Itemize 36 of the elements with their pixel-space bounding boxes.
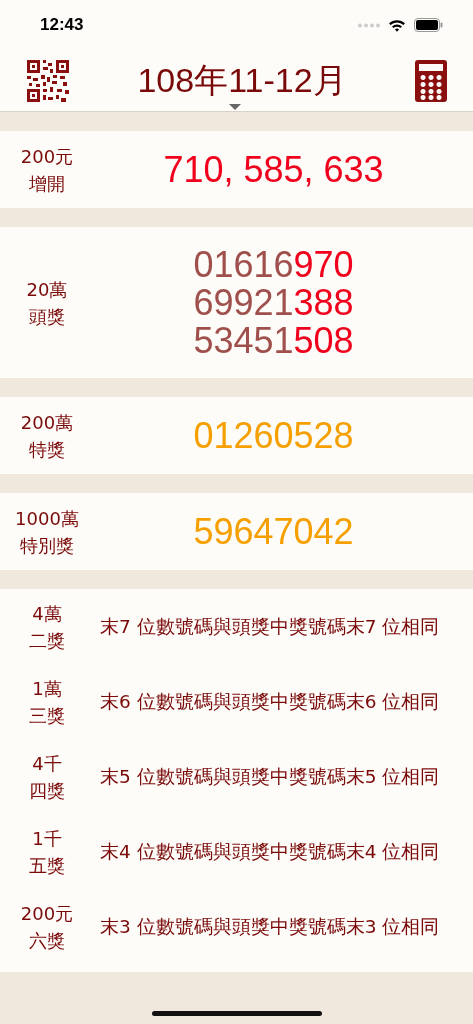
- prize-rule: 末5 位數號碼與頭獎中獎號碼末5 位相同: [99, 765, 440, 789]
- calculator-icon[interactable]: [415, 59, 447, 102]
- prize-name: 六獎: [29, 928, 65, 953]
- prize-name: 特別獎: [20, 533, 74, 558]
- winning-number: 01260528: [193, 416, 354, 455]
- battery-icon: [414, 18, 443, 32]
- prize-name: 增開: [29, 171, 65, 196]
- prize-amount: 1千: [32, 826, 62, 851]
- winning-number: 710, 585, 633: [163, 150, 384, 189]
- winning-number: 53451508: [193, 321, 354, 360]
- winning-number: 59647042: [193, 512, 354, 551]
- prize-amount: 4千: [32, 751, 62, 776]
- prize-name: 四獎: [29, 778, 65, 803]
- prize-rule: 末6 位數號碼與頭獎中獎號碼末6 位相同: [99, 690, 440, 714]
- prize-rule: 末7 位數號碼與頭獎中獎號碼末7 位相同: [99, 615, 440, 639]
- prize-amount: 200萬: [20, 410, 74, 435]
- prize-amount: 4萬: [32, 601, 62, 626]
- prize-amount: 200元: [20, 144, 74, 169]
- status-time: 12:43: [40, 15, 84, 35]
- prize-name: 頭獎: [29, 304, 65, 329]
- prize-name: 三獎: [29, 703, 65, 728]
- prize-name: 五獎: [29, 853, 65, 878]
- qr-code-icon[interactable]: [27, 59, 69, 102]
- prize-amount: 200元: [20, 901, 74, 926]
- prize-amount: 1000萬: [15, 506, 79, 531]
- prize-amount: 1萬: [32, 676, 62, 701]
- winning-number: 69921388: [193, 283, 354, 322]
- winning-number: 01616970: [193, 245, 354, 284]
- prize-amount: 20萬: [26, 277, 68, 302]
- signal-icon: [358, 22, 380, 28]
- prize-name: 二獎: [29, 628, 65, 653]
- wifi-icon: [388, 18, 406, 32]
- dropdown-caret-icon[interactable]: [229, 104, 241, 110]
- prize-name: 特獎: [29, 437, 65, 462]
- prize-rule: 末4 位數號碼與頭獎中獎號碼末4 位相同: [99, 840, 440, 864]
- prize-rule: 末3 位數號碼與頭獎中獎號碼末3 位相同: [99, 915, 440, 939]
